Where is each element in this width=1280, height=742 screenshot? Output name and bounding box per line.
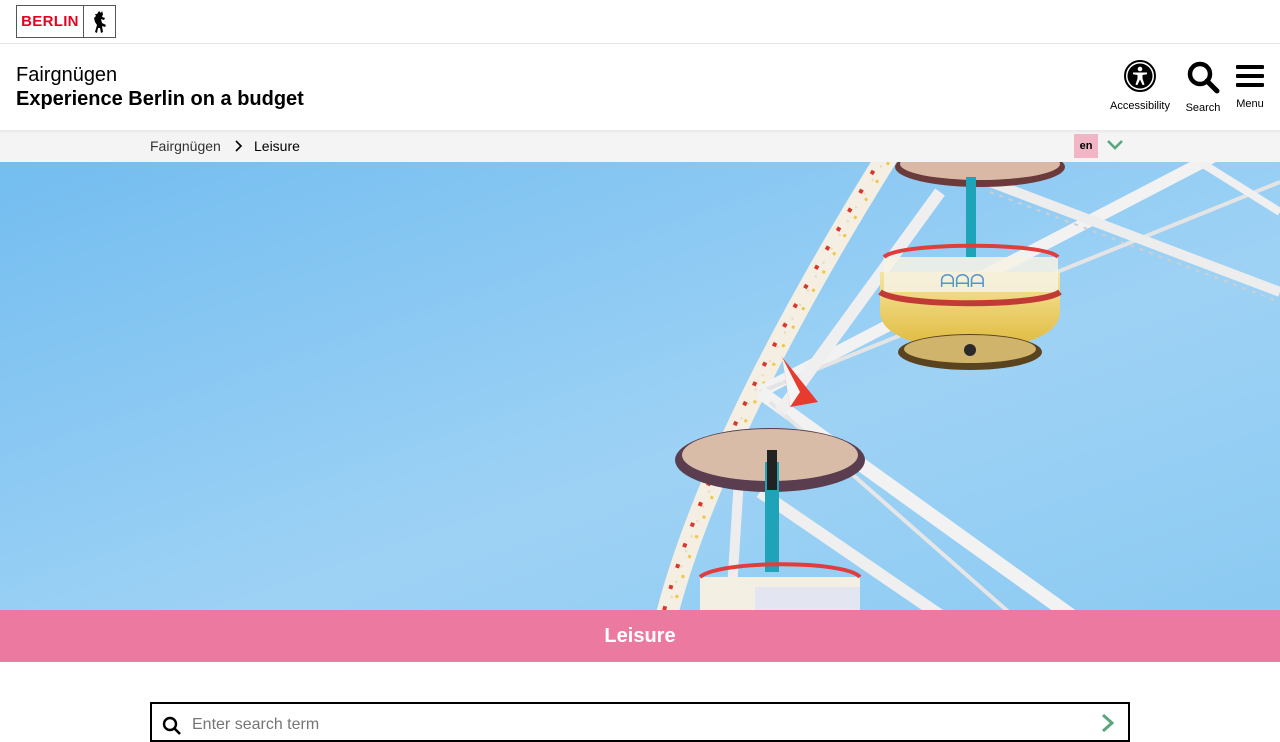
svg-text:ᗩᗩᗩ: ᗩᗩᗩ [940, 271, 985, 291]
search-button[interactable]: Search [1183, 60, 1223, 114]
berlin-logo[interactable]: BERLIN [16, 5, 116, 38]
search-input[interactable] [192, 712, 1072, 738]
breadcrumb: Fairgnügen Leisure en [0, 130, 1280, 162]
accessibility-button[interactable]: Accessibility [1108, 60, 1172, 112]
chevron-right-icon [234, 139, 244, 158]
page-title-banner: Leisure [0, 610, 1280, 662]
ferris-wheel-photo: ᗩᗩᗩ [0, 162, 1280, 610]
berlin-bear-icon [84, 6, 115, 37]
menu-button[interactable]: Menu [1232, 60, 1268, 110]
search-submit-arrow-icon[interactable] [1098, 712, 1120, 739]
site-title[interactable]: Fairgnügen [16, 64, 117, 87]
site-subtitle[interactable]: Experience Berlin on a budget [16, 88, 304, 111]
hamburger-icon [1235, 60, 1265, 97]
accessibility-label: Accessibility [1110, 100, 1170, 112]
hero-image: ᗩᗩᗩ [0, 162, 1280, 610]
breadcrumb-home-link[interactable]: Fairgnügen [150, 138, 221, 154]
language-current[interactable]: en [1074, 134, 1098, 158]
search-icon [1186, 60, 1220, 99]
menu-label: Menu [1236, 98, 1264, 110]
page-title: Leisure [604, 624, 676, 647]
site-header: Fairgnügen Experience Berlin on a budget… [0, 44, 1280, 130]
accessibility-icon [1124, 60, 1156, 97]
top-bar: BERLIN [0, 0, 1280, 44]
language-dropdown-chevron-icon[interactable] [1105, 138, 1125, 157]
logo-text: BERLIN [21, 13, 79, 30]
content-search-box [150, 702, 1130, 742]
search-label: Search [1185, 102, 1221, 114]
breadcrumb-current: Leisure [254, 138, 300, 154]
